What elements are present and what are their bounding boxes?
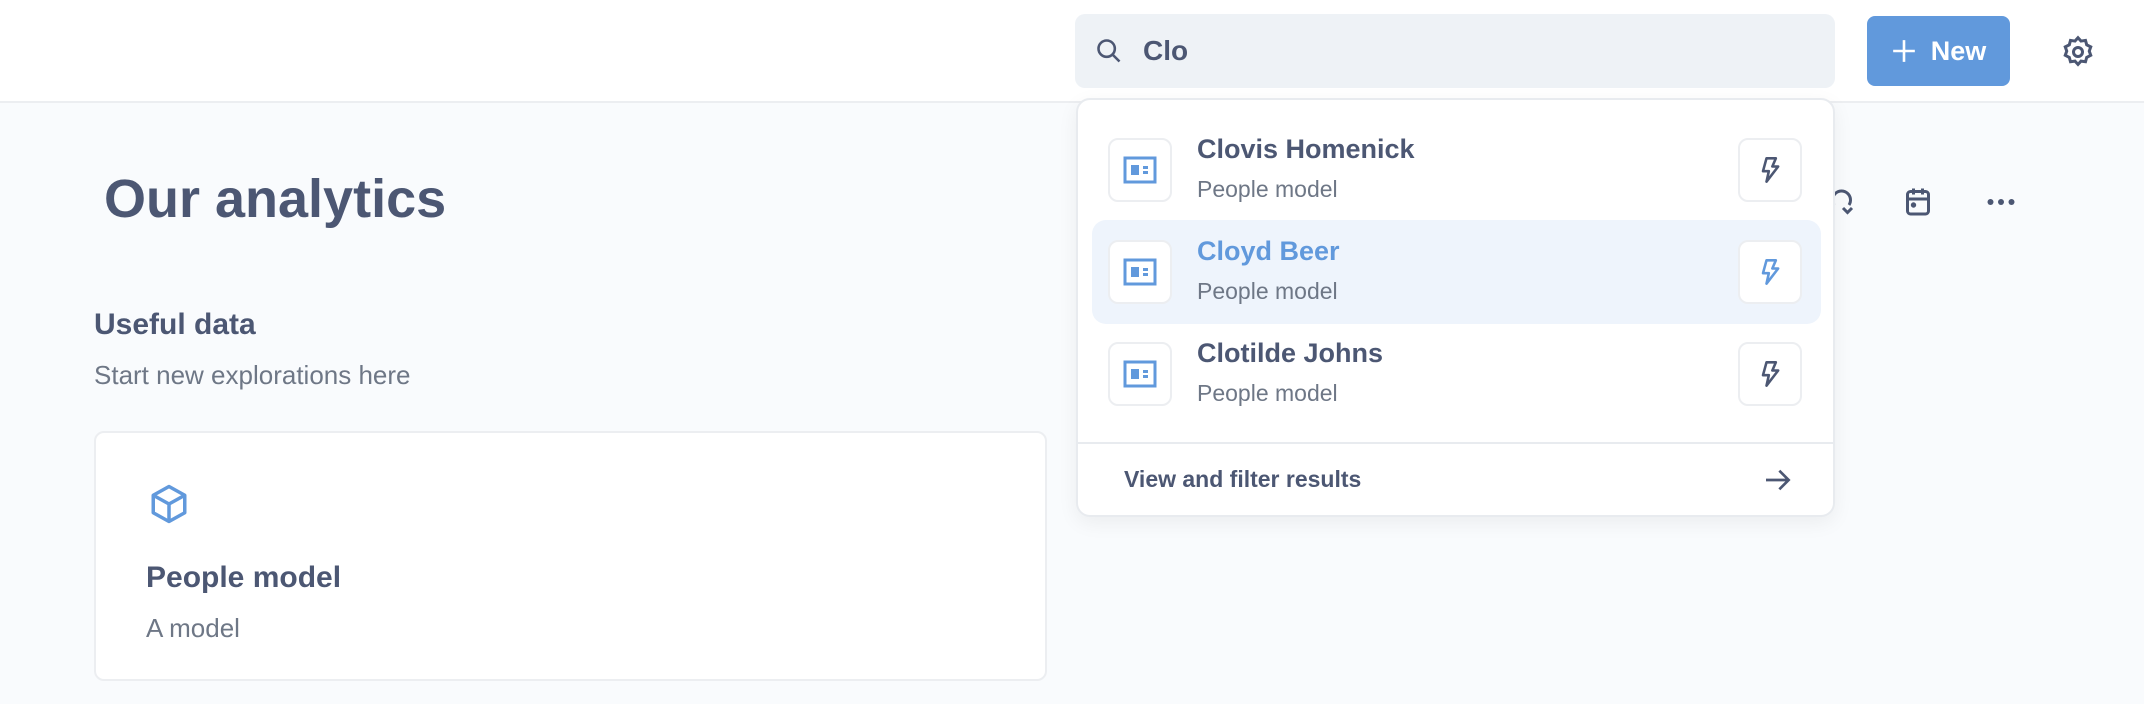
search-result-item[interactable]: Clovis Homenick People model bbox=[1092, 118, 1821, 222]
search-results-dropdown: Clovis Homenick People model Cloyd Beer … bbox=[1076, 98, 1835, 517]
card-subtitle: A model bbox=[146, 613, 240, 643]
section-subtitle: Start new explorations here bbox=[94, 360, 411, 390]
bolt-icon bbox=[1761, 157, 1780, 183]
result-name: Clotilde Johns bbox=[1197, 338, 1384, 368]
new-button[interactable]: New bbox=[1867, 16, 2010, 86]
new-button-label: New bbox=[1930, 35, 1987, 66]
search-input[interactable] bbox=[1143, 35, 1793, 67]
bolt-icon bbox=[1761, 259, 1780, 285]
model-record-icon bbox=[1108, 342, 1172, 406]
top-header: New bbox=[0, 0, 2144, 103]
model-record-icon bbox=[1108, 240, 1172, 304]
bolt-icon bbox=[1761, 361, 1780, 387]
card-title: People model bbox=[146, 561, 342, 594]
result-name: Clovis Homenick bbox=[1197, 134, 1415, 164]
footer-label: View and filter results bbox=[1124, 466, 1362, 492]
model-record-icon bbox=[1108, 138, 1172, 202]
gear-icon[interactable] bbox=[2060, 34, 2096, 70]
x-ray-button[interactable] bbox=[1738, 342, 1802, 406]
page-title: Our analytics bbox=[104, 169, 447, 229]
x-ray-button[interactable] bbox=[1738, 138, 1802, 202]
result-type: People model bbox=[1197, 380, 1338, 406]
arrow-right-icon bbox=[1766, 469, 1791, 491]
search-result-item[interactable]: Clotilde Johns People model bbox=[1092, 322, 1821, 426]
result-type: People model bbox=[1197, 176, 1338, 202]
x-ray-button[interactable] bbox=[1738, 240, 1802, 304]
result-type: People model bbox=[1197, 278, 1338, 304]
view-and-filter-results-link[interactable]: View and filter results bbox=[1078, 444, 1833, 517]
plus-icon bbox=[1892, 40, 1915, 62]
cube-icon bbox=[151, 484, 187, 524]
section-title: Useful data bbox=[94, 308, 256, 341]
search-icon bbox=[1097, 39, 1121, 63]
calendar-icon[interactable] bbox=[1900, 184, 1936, 220]
model-card[interactable]: People model A model bbox=[94, 431, 1047, 681]
more-options-icon[interactable] bbox=[1983, 184, 2019, 220]
search-result-item[interactable]: Cloyd Beer People model bbox=[1092, 220, 1821, 324]
result-name: Cloyd Beer bbox=[1197, 236, 1340, 266]
search-bar[interactable] bbox=[1075, 14, 1835, 88]
